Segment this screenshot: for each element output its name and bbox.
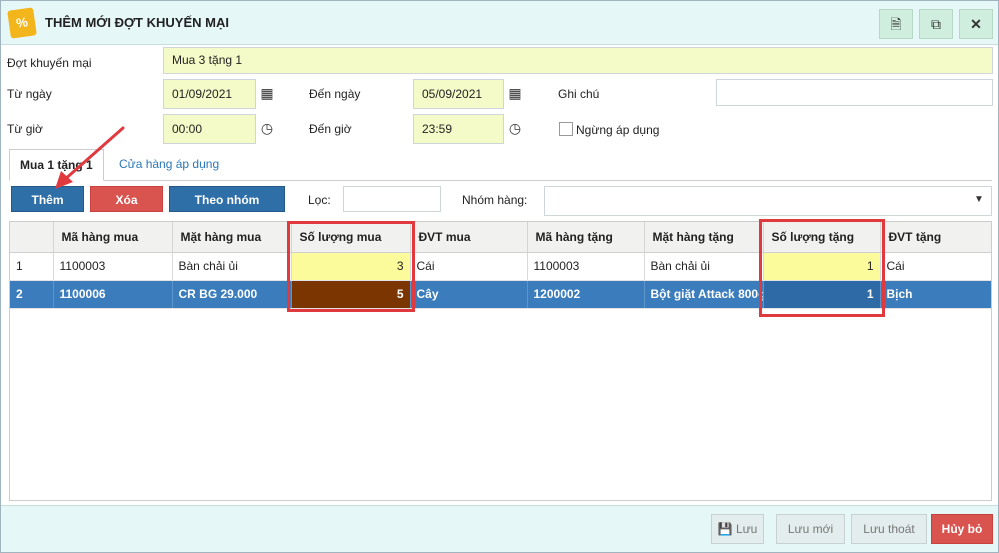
cell-buy-code[interactable]: 1100003 bbox=[53, 252, 173, 281]
note-label: Ghi chú bbox=[558, 87, 600, 101]
document-icon[interactable]: 🗎 bbox=[879, 9, 913, 39]
tab-stores[interactable]: Cửa hàng áp dụng bbox=[109, 149, 229, 181]
cell-index: 1 bbox=[10, 252, 54, 281]
calendar-icon[interactable]: ▦ bbox=[255, 79, 279, 109]
to-date-label: Đến ngày bbox=[309, 87, 361, 101]
cell-gift-unit[interactable]: Cái bbox=[880, 252, 991, 281]
col-header-index[interactable] bbox=[10, 222, 54, 253]
dialog-footer: 💾 Lưu Lưu mới Lưu thoát Hủy bỏ bbox=[1, 505, 998, 552]
group-select[interactable] bbox=[544, 186, 992, 216]
stop-apply-label: Ngừng áp dụng bbox=[576, 123, 660, 137]
cell-index: 2 bbox=[10, 280, 54, 309]
cell-buy-item[interactable]: Bàn chải ủi bbox=[172, 252, 292, 281]
calendar-icon[interactable]: ▦ bbox=[503, 79, 527, 109]
sale-tag-icon: % bbox=[7, 7, 37, 39]
clock-icon[interactable]: ◷ bbox=[503, 114, 527, 144]
title-bar: % THÊM MỚI ĐỢT KHUYẾN MẠI 🗎 ⧉ ✕ bbox=[1, 1, 998, 45]
floppy-disk-icon: 💾 bbox=[717, 522, 733, 536]
add-button[interactable]: Thêm bbox=[11, 186, 84, 212]
cell-buy-code[interactable]: 1100006 bbox=[53, 280, 173, 309]
col-header-gift-unit[interactable]: ĐVT tặng bbox=[880, 222, 991, 253]
col-header-buy-unit[interactable]: ĐVT mua bbox=[410, 222, 528, 253]
save-new-button[interactable]: Lưu mới bbox=[776, 514, 845, 544]
col-header-gift-item[interactable]: Mặt hàng tặng bbox=[644, 222, 764, 253]
close-icon[interactable]: ✕ bbox=[959, 9, 993, 39]
cell-gift-unit[interactable]: Bịch bbox=[880, 280, 991, 309]
cell-gift-code[interactable]: 1200002 bbox=[527, 280, 645, 309]
from-date-label: Từ ngày bbox=[7, 87, 52, 101]
to-date-input[interactable]: 05/09/2021 bbox=[413, 79, 504, 109]
highlight-gift-qty-box bbox=[759, 219, 885, 317]
to-time-label: Đến giờ bbox=[309, 122, 352, 136]
from-time-input[interactable]: 00:00 bbox=[163, 114, 256, 144]
filter-input[interactable] bbox=[343, 186, 441, 212]
from-time-label: Từ giờ bbox=[7, 122, 43, 136]
group-label: Nhóm hàng: bbox=[462, 193, 528, 207]
dialog-title: THÊM MỚI ĐỢT KHUYẾN MẠI bbox=[45, 15, 229, 30]
by-group-button[interactable]: Theo nhóm bbox=[169, 186, 285, 212]
promo-name-input[interactable]: Mua 3 tặng 1 bbox=[163, 47, 993, 74]
cancel-button[interactable]: Hủy bỏ bbox=[931, 514, 993, 544]
cell-buy-unit[interactable]: Cái bbox=[410, 252, 528, 281]
cell-buy-item[interactable]: CR BG 29.000 bbox=[172, 280, 292, 309]
stop-apply-checkbox[interactable] bbox=[559, 122, 573, 136]
promo-label: Đợt khuyến mại bbox=[7, 56, 92, 70]
delete-button[interactable]: Xóa bbox=[90, 186, 163, 212]
tab-buy-get[interactable]: Mua 1 tặng 1 bbox=[9, 149, 104, 181]
cell-buy-unit[interactable]: Cây bbox=[410, 280, 528, 309]
col-header-buy-item[interactable]: Mặt hàng mua bbox=[172, 222, 292, 253]
save-button[interactable]: 💾 Lưu bbox=[711, 514, 764, 544]
col-header-gift-code[interactable]: Mã hàng tặng bbox=[527, 222, 645, 253]
promotion-dialog: % THÊM MỚI ĐỢT KHUYẾN MẠI 🗎 ⧉ ✕ Đợt khuy… bbox=[0, 0, 999, 553]
to-time-input[interactable]: 23:59 bbox=[413, 114, 504, 144]
highlight-buy-qty-box bbox=[287, 221, 415, 312]
save-exit-button[interactable]: Lưu thoát bbox=[851, 514, 927, 544]
clock-icon[interactable]: ◷ bbox=[255, 114, 279, 144]
cell-gift-code[interactable]: 1100003 bbox=[527, 252, 645, 281]
chevron-down-icon[interactable]: ▼ bbox=[967, 186, 991, 216]
note-input[interactable] bbox=[716, 79, 993, 106]
tab-strip: Mua 1 tặng 1 Cửa hàng áp dụng bbox=[9, 149, 992, 181]
restore-window-icon[interactable]: ⧉ bbox=[919, 9, 953, 39]
cell-gift-item[interactable]: Bột giặt Attack 800g bbox=[644, 280, 764, 309]
from-date-input[interactable]: 01/09/2021 bbox=[163, 79, 256, 109]
save-label: Lưu bbox=[735, 522, 758, 536]
col-header-buy-code[interactable]: Mã hàng mua bbox=[53, 222, 173, 253]
filter-label: Lọc: bbox=[308, 193, 331, 207]
cell-gift-item[interactable]: Bàn chải ủi bbox=[644, 252, 764, 281]
